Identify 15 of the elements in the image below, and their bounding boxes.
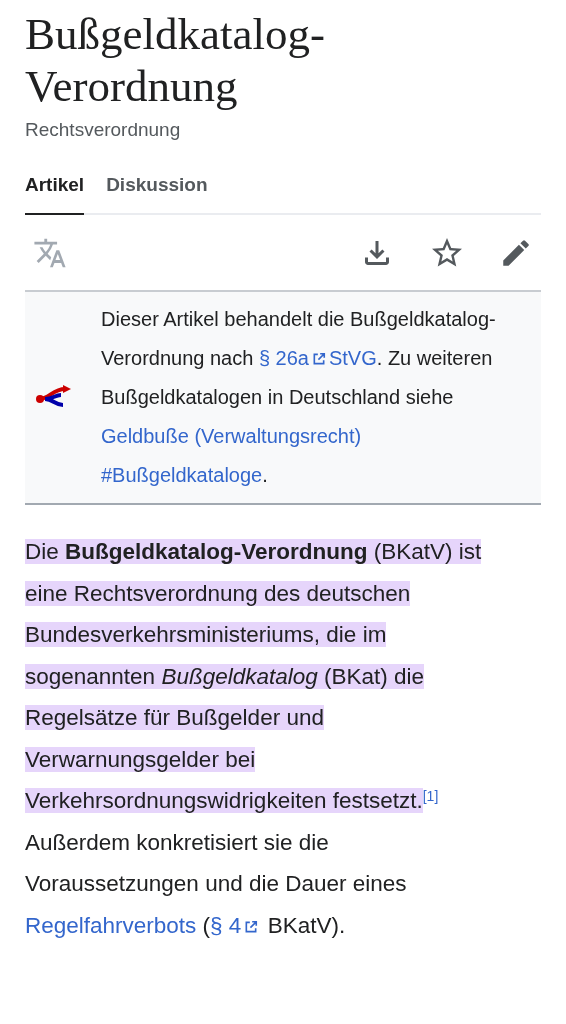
- hatnote-text: Dieser Artikel behandelt die Bußgeldkatalog-Verordnung nach § 26a StVG. Zu weiteren Bußgeldkatalogen in Deutschland siehe Geldbuße (Verwaltungsrecht) #Bußgeldkataloge.: [101, 307, 497, 488]
- external-link[interactable]: § 26a: [258, 347, 329, 369]
- article-paragraph: Die Bußgeldkatalog-Verordnung (BKatV) ist eine Rechtsverordnung des deutschen Bundesverkehrsministeriums, die im sogenannten Bußgeldkatalog (BKat) die Regelsätze für Bußgelder und Verwarnungsgelder bei Verkehrsordnungswidrigkeiten festsetzt.$^{[1]}$ Außerdem konkretisiert sie die Voraussetzungen und die Dauer eines Regelfahrverbots (§ 4 BKatV).: [25, 538, 483, 940]
- text-link[interactable]: StVG: [328, 347, 377, 369]
- footnote-link[interactable]: [1]: [422, 788, 439, 804]
- page-subtitle: Rechtsverordnung: [25, 118, 182, 142]
- text-link[interactable]: Regelfahrverbots: [25, 912, 197, 938]
- text-link[interactable]: #Bußgeldkataloge: [101, 464, 263, 486]
- external-link-icon: [244, 919, 259, 934]
- external-link-icon: [311, 352, 326, 366]
- external-link[interactable]: § 4: [210, 912, 262, 938]
- tab[interactable]: Artikel: [25, 170, 85, 215]
- text-link[interactable]: Geldbuße (Verwaltungsrecht): [101, 425, 362, 447]
- tab[interactable]: Diskussion: [106, 170, 208, 215]
- page-title: Bußgeldkatalog-Verordnung: [25, 8, 326, 112]
